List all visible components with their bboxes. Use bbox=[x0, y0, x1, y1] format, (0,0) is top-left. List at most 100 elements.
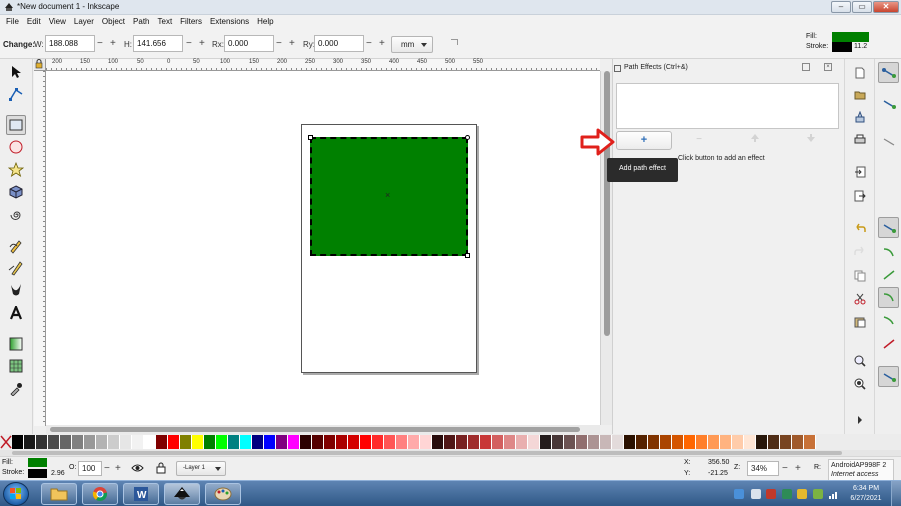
export-icon[interactable] bbox=[853, 189, 867, 203]
color-swatch[interactable] bbox=[144, 435, 156, 449]
color-swatch[interactable] bbox=[576, 435, 588, 449]
color-swatch[interactable] bbox=[672, 435, 684, 449]
color-swatch[interactable] bbox=[684, 435, 696, 449]
color-swatch[interactable] bbox=[36, 435, 48, 449]
color-swatch[interactable] bbox=[312, 435, 324, 449]
color-swatch[interactable] bbox=[384, 435, 396, 449]
horizontal-scrollbar[interactable] bbox=[46, 425, 600, 434]
rx-decrement-button[interactable]: − bbox=[276, 39, 282, 49]
snap-midpoints-icon[interactable] bbox=[878, 333, 899, 354]
color-swatch[interactable] bbox=[132, 435, 144, 449]
color-swatch[interactable] bbox=[324, 435, 336, 449]
color-swatch[interactable] bbox=[480, 435, 492, 449]
color-swatch[interactable] bbox=[756, 435, 768, 449]
zoom-increment-button[interactable]: + bbox=[795, 464, 801, 474]
selection-handle[interactable] bbox=[465, 253, 470, 258]
width-increment-button[interactable]: + bbox=[110, 39, 116, 49]
layer-select[interactable]: -Layer 1 bbox=[176, 461, 226, 476]
color-swatch[interactable] bbox=[120, 435, 132, 449]
palette-scrollbar-thumb[interactable] bbox=[12, 451, 842, 455]
color-swatch[interactable] bbox=[516, 435, 528, 449]
color-swatch[interactable] bbox=[12, 435, 24, 449]
save-icon[interactable] bbox=[853, 110, 867, 124]
remove-effect-button[interactable]: − bbox=[689, 133, 709, 147]
horizontal-ruler[interactable] bbox=[46, 59, 600, 71]
color-swatch[interactable] bbox=[744, 435, 756, 449]
show-desktop-button[interactable] bbox=[891, 481, 901, 506]
pencil-tool[interactable] bbox=[6, 236, 26, 256]
color-swatch[interactable] bbox=[732, 435, 744, 449]
taskbar-paint[interactable] bbox=[205, 483, 241, 505]
snap-smooth-icon[interactable] bbox=[878, 310, 899, 331]
color-swatch[interactable] bbox=[408, 435, 420, 449]
new-document-icon[interactable] bbox=[853, 66, 867, 80]
move-down-button[interactable] bbox=[801, 133, 821, 147]
rx-increment-button[interactable]: + bbox=[289, 39, 295, 49]
zoom-input[interactable]: 34% bbox=[747, 461, 779, 476]
color-swatch[interactable] bbox=[240, 435, 252, 449]
opacity-input[interactable]: 100 bbox=[78, 461, 102, 476]
snap-nodes-icon[interactable] bbox=[878, 217, 899, 238]
color-swatch[interactable] bbox=[456, 435, 468, 449]
menu-text[interactable]: Text bbox=[154, 15, 177, 29]
color-swatch[interactable] bbox=[540, 435, 552, 449]
color-swatch[interactable] bbox=[60, 435, 72, 449]
menu-layer[interactable]: Layer bbox=[70, 15, 98, 29]
color-swatch[interactable] bbox=[492, 435, 504, 449]
taskbar-explorer[interactable] bbox=[41, 483, 77, 505]
menu-path[interactable]: Path bbox=[129, 15, 153, 29]
color-swatch[interactable] bbox=[276, 435, 288, 449]
toggle-visibility-icon[interactable] bbox=[131, 462, 144, 476]
menu-extensions[interactable]: Extensions bbox=[206, 15, 253, 29]
fill-swatch[interactable] bbox=[832, 32, 869, 42]
pen-tool[interactable] bbox=[6, 258, 26, 278]
vertical-scrollbar[interactable] bbox=[600, 71, 612, 425]
menu-object[interactable]: Object bbox=[98, 15, 129, 29]
color-swatch[interactable] bbox=[792, 435, 804, 449]
color-swatch[interactable] bbox=[228, 435, 240, 449]
close-panel-button[interactable]: × bbox=[824, 63, 832, 71]
selection-handle[interactable] bbox=[308, 135, 313, 140]
color-swatch[interactable] bbox=[552, 435, 564, 449]
color-swatch[interactable] bbox=[468, 435, 480, 449]
close-button[interactable]: ✕ bbox=[873, 1, 899, 13]
color-swatch[interactable] bbox=[636, 435, 648, 449]
color-swatch[interactable] bbox=[192, 435, 204, 449]
color-swatch[interactable] bbox=[216, 435, 228, 449]
snap-paths-icon[interactable] bbox=[878, 242, 899, 263]
move-up-button[interactable] bbox=[745, 133, 765, 147]
menu-edit[interactable]: Edit bbox=[23, 15, 45, 29]
color-swatch[interactable] bbox=[720, 435, 732, 449]
snap-edges-icon[interactable] bbox=[878, 131, 899, 152]
rectangle-tool[interactable] bbox=[6, 115, 26, 135]
snap-cusp-icon[interactable] bbox=[878, 287, 899, 308]
color-swatch[interactable] bbox=[180, 435, 192, 449]
color-swatch[interactable] bbox=[504, 435, 516, 449]
color-swatch[interactable] bbox=[48, 435, 60, 449]
zoom-drawing-icon[interactable] bbox=[853, 377, 867, 391]
status-stroke-swatch[interactable] bbox=[28, 469, 47, 478]
color-swatch[interactable] bbox=[84, 435, 96, 449]
height-decrement-button[interactable]: − bbox=[186, 39, 192, 49]
drawing-canvas[interactable]: × bbox=[46, 71, 600, 425]
maximize-button[interactable]: ▭ bbox=[852, 1, 872, 13]
color-swatch[interactable] bbox=[96, 435, 108, 449]
color-swatch[interactable] bbox=[24, 435, 36, 449]
width-input[interactable]: 188.088 bbox=[45, 35, 95, 52]
color-swatch[interactable] bbox=[708, 435, 720, 449]
3d-box-tool[interactable] bbox=[6, 182, 26, 202]
star-tool[interactable] bbox=[6, 160, 26, 180]
tray-battery-icon[interactable] bbox=[813, 489, 823, 499]
zoom-decrement-button[interactable]: − bbox=[782, 464, 788, 474]
color-swatch[interactable] bbox=[660, 435, 672, 449]
chevron-right-icon[interactable] bbox=[853, 413, 867, 427]
status-fill-swatch[interactable] bbox=[28, 458, 47, 467]
effects-list[interactable] bbox=[616, 83, 839, 129]
menu-file[interactable]: File bbox=[2, 15, 23, 29]
color-swatch[interactable] bbox=[288, 435, 300, 449]
color-swatch[interactable] bbox=[696, 435, 708, 449]
ry-decrement-button[interactable]: − bbox=[366, 39, 372, 49]
ry-input[interactable]: 0.000 bbox=[314, 35, 364, 52]
iconify-button[interactable] bbox=[802, 63, 810, 71]
tray-shield-icon[interactable] bbox=[797, 489, 807, 499]
